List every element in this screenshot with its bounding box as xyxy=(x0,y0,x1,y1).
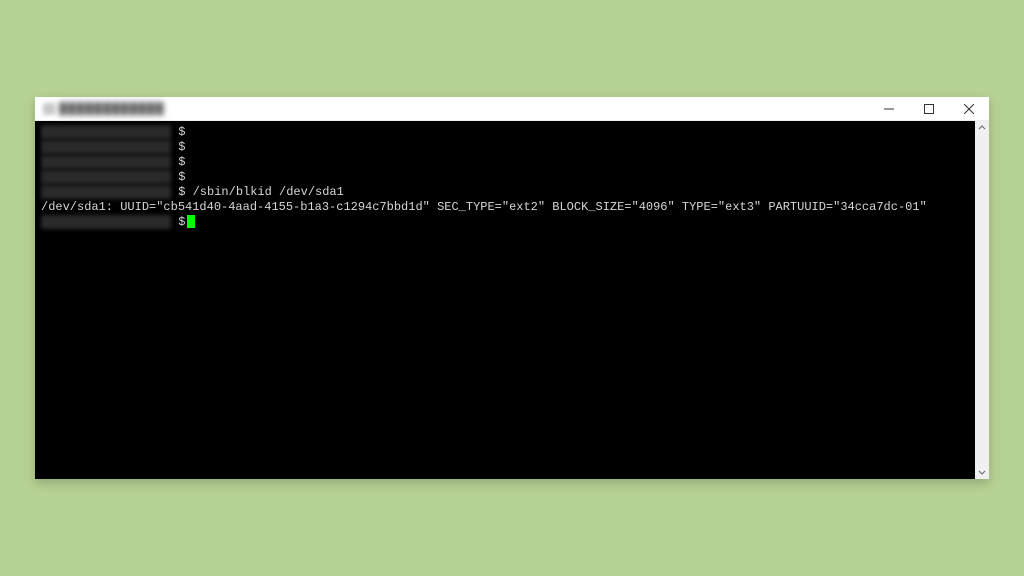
minimize-icon xyxy=(884,104,894,114)
scroll-down-button[interactable] xyxy=(975,465,989,479)
redacted-segment xyxy=(41,185,171,199)
redacted-segment xyxy=(41,215,171,229)
terminal-window: ████████████ $ $ $ $ xyxy=(35,97,989,479)
chevron-down-icon xyxy=(978,468,986,476)
scroll-up-button[interactable] xyxy=(975,121,989,135)
close-icon xyxy=(964,104,974,114)
terminal-line: $ xyxy=(41,140,969,155)
scrollbar[interactable] xyxy=(975,121,989,479)
redacted-segment xyxy=(41,140,171,154)
titlebar: ████████████ xyxy=(35,97,989,121)
scroll-track[interactable] xyxy=(975,135,989,465)
terminal-line: $ /sbin/blkid /dev/sda1 xyxy=(41,185,969,200)
redacted-segment xyxy=(41,155,171,169)
redacted-segment xyxy=(41,170,171,184)
output-text: /dev/sda1: UUID="cb541d40-4aad-4155-b1a3… xyxy=(41,200,927,215)
redacted-segment xyxy=(41,125,171,139)
output-line: /dev/sda1: UUID="cb541d40-4aad-4155-b1a3… xyxy=(41,200,969,215)
maximize-button[interactable] xyxy=(909,97,949,120)
titlebar-left: ████████████ xyxy=(43,103,165,115)
terminal-line: $ xyxy=(41,125,969,140)
close-button[interactable] xyxy=(949,97,989,120)
app-icon xyxy=(43,103,55,115)
command-text: /sbin/blkid /dev/sda1 xyxy=(185,185,343,200)
maximize-icon xyxy=(924,104,934,114)
terminal-area[interactable]: $ $ $ $ $ /sbin/blkid /dev/sda1/dev/sda1… xyxy=(35,121,989,479)
chevron-up-icon xyxy=(978,124,986,132)
window-title: ████████████ xyxy=(59,103,165,115)
terminal-line: $ xyxy=(41,215,969,230)
terminal-line: $ xyxy=(41,170,969,185)
terminal-content[interactable]: $ $ $ $ $ /sbin/blkid /dev/sda1/dev/sda1… xyxy=(35,121,975,479)
window-controls xyxy=(869,97,989,120)
minimize-button[interactable] xyxy=(869,97,909,120)
terminal-line: $ xyxy=(41,155,969,170)
